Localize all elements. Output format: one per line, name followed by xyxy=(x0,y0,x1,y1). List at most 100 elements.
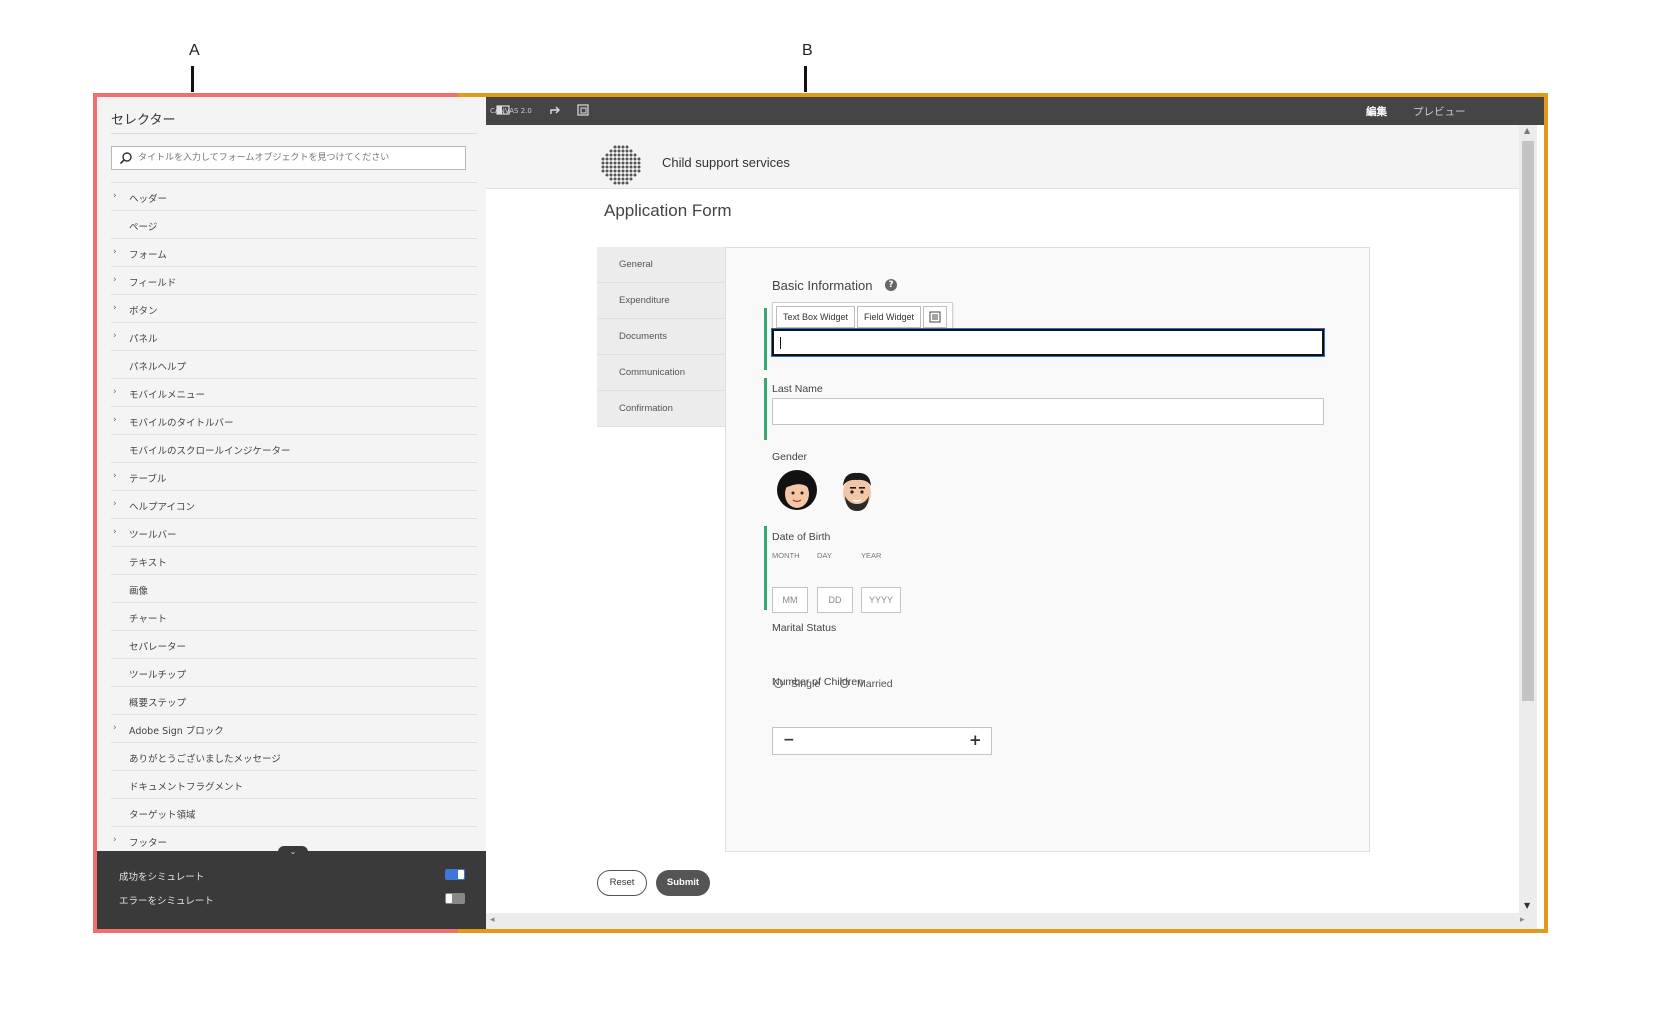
search-input[interactable] xyxy=(138,149,458,167)
chevron-right-icon[interactable]: › xyxy=(113,275,117,285)
selector-item[interactable]: ツールチップ xyxy=(111,658,477,686)
chevron-right-icon[interactable]: › xyxy=(113,723,117,733)
children-stepper[interactable]: − + xyxy=(772,727,992,755)
field-widget-button[interactable]: Field Widget xyxy=(857,306,922,328)
selector-item-label: ページ xyxy=(129,222,158,233)
selector-item[interactable]: › テーブル xyxy=(111,462,477,490)
selector-item-label: チャート xyxy=(129,614,167,625)
tab-general[interactable]: General xyxy=(597,247,725,283)
text-box-widget-button[interactable]: Text Box Widget xyxy=(776,306,856,328)
scroll-up-icon[interactable]: ▲ xyxy=(1524,126,1530,135)
edit-mode-button[interactable]: 編集 xyxy=(1366,104,1387,119)
selector-item[interactable]: › モバイルのタイトルバー xyxy=(111,406,477,434)
scrollbar-thumb[interactable] xyxy=(1522,141,1534,701)
selector-item-label: モバイルメニュー xyxy=(129,390,206,401)
decrement-button[interactable]: − xyxy=(783,732,795,748)
reset-button[interactable]: Reset xyxy=(597,870,647,896)
selector-item[interactable]: チャート xyxy=(111,602,477,630)
selector-item[interactable]: › フィールド xyxy=(111,266,477,294)
selector-item[interactable]: › Adobe Sign ブロック xyxy=(111,714,477,742)
increment-button[interactable]: + xyxy=(969,731,982,749)
chevron-right-icon[interactable]: › xyxy=(113,387,117,397)
selector-item-label: Adobe Sign ブロック xyxy=(129,726,224,737)
first-name-input[interactable] xyxy=(772,329,1324,356)
selector-item-label: ありがとうございましたメッセージ xyxy=(129,754,281,765)
scroll-right-icon[interactable]: ▸ xyxy=(1520,915,1525,925)
list-icon-button[interactable] xyxy=(923,306,948,328)
field-indicator-dob xyxy=(764,526,767,610)
selector-item[interactable]: › ツールバー xyxy=(111,518,477,546)
selector-item[interactable]: モバイルのスクロールインジケーター xyxy=(111,434,477,462)
tab-documents[interactable]: Documents xyxy=(597,319,725,355)
dob-day-input[interactable]: DD xyxy=(817,587,853,613)
scroll-left-icon[interactable]: ◂ xyxy=(490,915,495,925)
selector-panel: セレクター ›ヘッダーページ›フォーム›フィールド›ボタン›パネルパネルヘルプ›… xyxy=(97,97,486,929)
selector-item[interactable]: ドキュメントフラグメント xyxy=(111,770,477,798)
callout-line-a xyxy=(191,66,194,92)
selector-item[interactable]: › フォーム xyxy=(111,238,477,266)
selector-item[interactable]: › モバイルメニュー xyxy=(111,378,477,406)
simulate-error-toggle[interactable] xyxy=(445,893,465,904)
chevron-right-icon[interactable]: › xyxy=(113,303,117,313)
selector-item[interactable]: 画像 xyxy=(111,574,477,602)
tab-expenditure[interactable]: Expenditure xyxy=(597,283,725,319)
chevron-right-icon[interactable]: › xyxy=(113,247,117,257)
collapse-panel-button[interactable]: ⌄ xyxy=(278,846,308,856)
callout-label-b: B xyxy=(802,42,813,59)
simulate-error-label: エラーをシミュレート xyxy=(119,896,214,907)
chevron-right-icon[interactable]: › xyxy=(113,331,117,341)
selector-item[interactable]: テキスト xyxy=(111,546,477,574)
dob-year-input[interactable]: YYYY xyxy=(861,587,901,613)
selector-item[interactable]: ありがとうございましたメッセージ xyxy=(111,742,477,770)
selector-item-label: 画像 xyxy=(129,586,149,597)
form-canvas: Child support services Application Form … xyxy=(486,125,1519,913)
selector-item-label: テーブル xyxy=(129,474,167,485)
site-header: Child support services xyxy=(486,125,1519,189)
form-editor: CANVAS 2.0 編集 プレビュー Child support servic… xyxy=(486,97,1544,929)
redo-icon[interactable] xyxy=(548,103,562,119)
simulate-success-toggle[interactable] xyxy=(445,869,465,880)
vertical-scrollbar[interactable]: ▲ ▼ xyxy=(1519,125,1537,913)
callout-line-b xyxy=(804,66,807,92)
chevron-right-icon[interactable]: › xyxy=(113,499,117,509)
chevron-down-icon: ⌄ xyxy=(289,847,297,856)
submit-button[interactable]: Submit xyxy=(656,870,710,896)
selector-item-label: モバイルのタイトルバー xyxy=(129,418,234,429)
selector-item[interactable]: › ヘッダー xyxy=(111,182,477,210)
dob-label: Date of Birth xyxy=(772,531,831,543)
last-name-input[interactable] xyxy=(772,398,1324,425)
layout-icon[interactable] xyxy=(576,103,590,119)
selector-item[interactable]: ターゲット領域 xyxy=(111,798,477,826)
male-avatar-icon[interactable] xyxy=(834,468,880,514)
chevron-right-icon[interactable]: › xyxy=(113,415,117,425)
horizontal-scrollbar[interactable]: ◂ ▸ xyxy=(486,913,1537,929)
preview-mode-button[interactable]: プレビュー xyxy=(1413,104,1466,119)
selector-item-label: ヘルプアイコン xyxy=(129,502,196,513)
tab-confirmation[interactable]: Confirmation xyxy=(597,391,725,427)
dob-month-input[interactable]: MM xyxy=(772,587,808,613)
widget-toolbar: Text Box Widget Field Widget xyxy=(772,302,954,332)
selector-item[interactable]: セパレーター xyxy=(111,630,477,658)
selector-item-label: フッター xyxy=(129,838,168,849)
selector-item-label: パネルヘルプ xyxy=(129,362,187,373)
callout-label-a: A xyxy=(189,42,200,59)
tab-communication[interactable]: Communication xyxy=(597,355,725,391)
chevron-right-icon[interactable]: › xyxy=(113,527,117,537)
selector-item[interactable]: › ボタン xyxy=(111,294,477,322)
chevron-right-icon[interactable]: › xyxy=(113,835,117,845)
help-icon[interactable]: ? xyxy=(885,279,897,291)
chevron-right-icon[interactable]: › xyxy=(113,191,117,201)
scroll-down-icon[interactable]: ▼ xyxy=(1524,901,1530,910)
marital-status-label: Marital Status xyxy=(772,622,837,634)
selector-item[interactable]: パネルヘルプ xyxy=(111,350,477,378)
selector-item[interactable]: ページ xyxy=(111,210,477,238)
chevron-right-icon[interactable]: › xyxy=(113,471,117,481)
selector-item[interactable]: 概要ステップ xyxy=(111,686,477,714)
selector-item-label: ボタン xyxy=(129,306,158,317)
selector-item[interactable]: › ヘルプアイコン xyxy=(111,490,477,518)
form-card: General Expenditure Documents Communication… xyxy=(597,247,1370,852)
selector-search[interactable] xyxy=(111,146,466,170)
female-avatar-icon[interactable] xyxy=(774,468,820,514)
selector-item[interactable]: › パネル xyxy=(111,322,477,350)
panel-toggle-icon[interactable] xyxy=(496,103,510,119)
